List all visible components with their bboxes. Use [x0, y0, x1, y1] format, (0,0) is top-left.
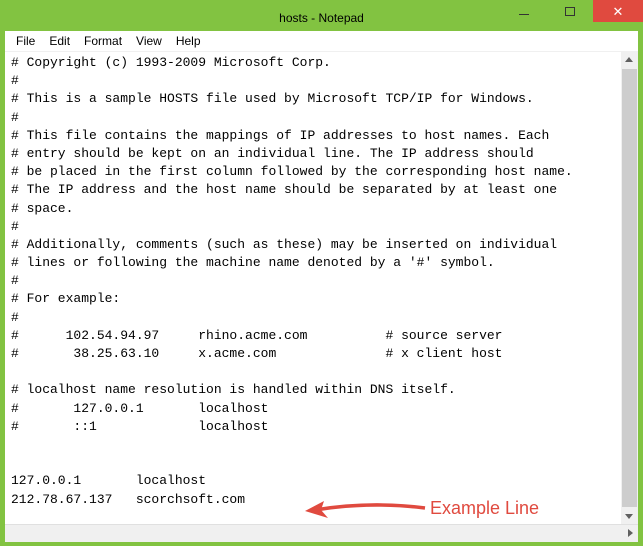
vertical-scrollbar[interactable] — [621, 52, 638, 524]
scroll-up-icon — [625, 57, 633, 62]
scroll-right-icon — [628, 529, 633, 537]
menu-file[interactable]: File — [9, 32, 42, 50]
minimize-icon — [519, 14, 529, 15]
minimize-button[interactable] — [501, 0, 547, 22]
menu-edit[interactable]: Edit — [42, 32, 77, 50]
maximize-icon — [565, 7, 575, 16]
scroll-down-icon — [625, 514, 633, 519]
annotation-arrow-icon — [300, 496, 430, 524]
horizontal-scrollbar[interactable] — [5, 524, 638, 541]
notepad-window: hosts - Notepad ✕ File Edit Format View … — [0, 0, 643, 546]
editor-area: # Copyright (c) 1993-2009 Microsoft Corp… — [5, 52, 638, 524]
scroll-thumb[interactable] — [622, 69, 637, 507]
close-icon: ✕ — [613, 5, 624, 18]
window-controls: ✕ — [501, 0, 643, 24]
titlebar[interactable]: hosts - Notepad ✕ — [5, 5, 638, 31]
scroll-left-icon — [10, 529, 15, 537]
menu-help[interactable]: Help — [169, 32, 208, 50]
menu-format[interactable]: Format — [77, 32, 129, 50]
editor-textarea[interactable]: # Copyright (c) 1993-2009 Microsoft Corp… — [5, 52, 638, 524]
close-button[interactable]: ✕ — [593, 0, 643, 22]
maximize-button[interactable] — [547, 0, 593, 22]
menubar: File Edit Format View Help — [5, 31, 638, 52]
menu-view[interactable]: View — [129, 32, 169, 50]
